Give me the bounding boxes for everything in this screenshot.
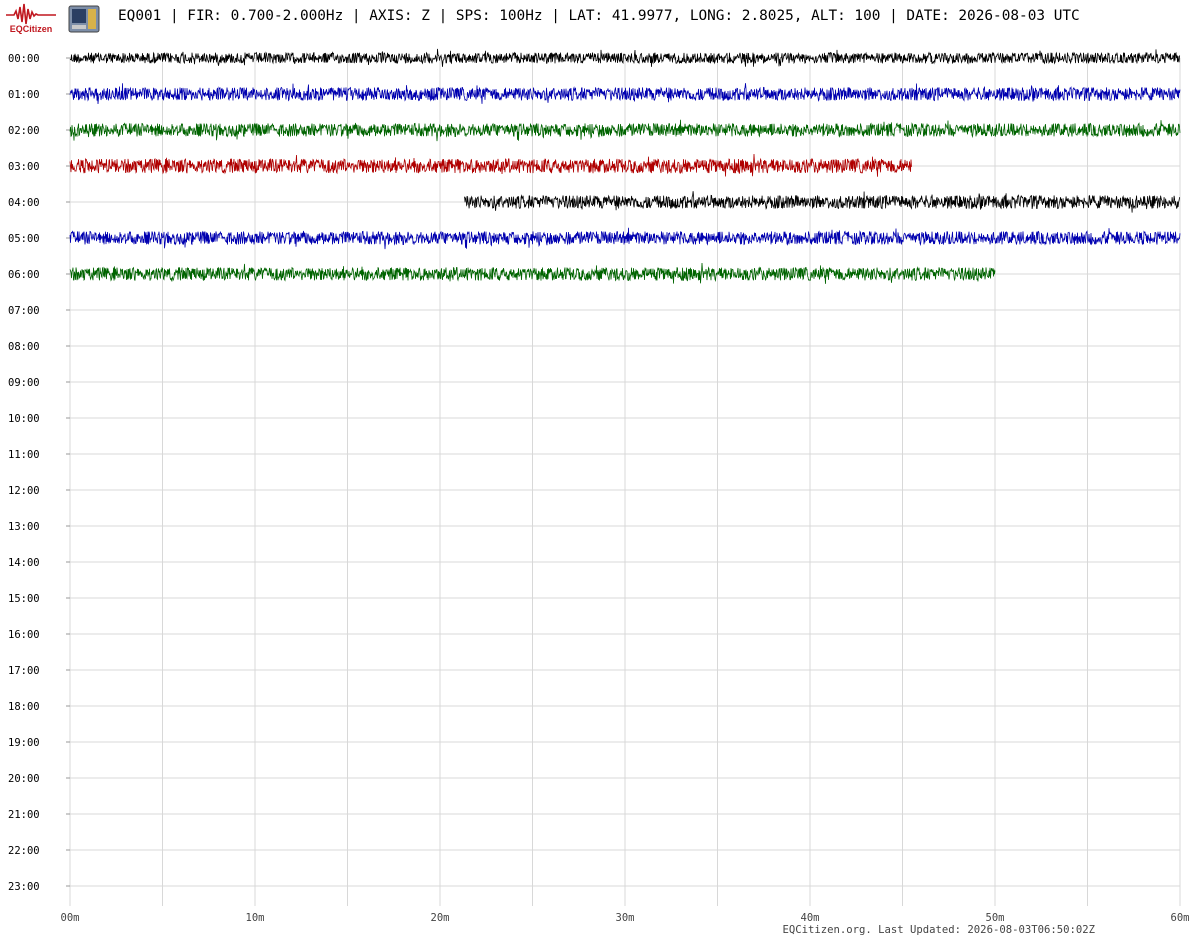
hour-label: 12:00 xyxy=(8,485,40,497)
hour-label: 03:00 xyxy=(8,161,40,173)
hour-labels: 00:00 01:00 02:00 03:00 04:00 05:00 06:00 07:00… xyxy=(8,53,40,893)
hour-label: 08:00 xyxy=(8,341,40,353)
hour-label: 22:00 xyxy=(8,845,40,857)
minute-tick-label: 60m xyxy=(1171,912,1190,924)
hour-label: 21:00 xyxy=(8,809,40,821)
hour-label: 10:00 xyxy=(8,413,40,425)
trace-0300 xyxy=(69,153,912,177)
hour-label: 17:00 xyxy=(8,665,40,677)
minute-tick-label: 20m xyxy=(431,912,450,924)
hour-label: 19:00 xyxy=(8,737,40,749)
hour-label: 01:00 xyxy=(8,89,40,101)
hour-label: 07:00 xyxy=(8,305,40,317)
hour-label: 14:00 xyxy=(8,557,40,569)
hour-label: 00:00 xyxy=(8,53,40,65)
minute-tick-label: 50m xyxy=(986,912,1005,924)
hour-label: 09:00 xyxy=(8,377,40,389)
hour-label: 05:00 xyxy=(8,233,40,245)
hour-label: 04:00 xyxy=(8,197,40,209)
minute-tick-label: 00m xyxy=(61,912,80,924)
hour-label: 02:00 xyxy=(8,125,40,137)
minute-labels: 00m 10m 20m 30m 40m 50m 60m xyxy=(61,912,1190,924)
hour-label: 23:00 xyxy=(8,881,40,893)
hour-label: 18:00 xyxy=(8,701,40,713)
chart-grid xyxy=(66,57,1181,906)
hour-label: 15:00 xyxy=(8,593,40,605)
minute-tick-label: 40m xyxy=(801,912,820,924)
hour-label: 06:00 xyxy=(8,269,40,281)
hour-label: 20:00 xyxy=(8,773,40,785)
minute-tick-label: 10m xyxy=(246,912,265,924)
minute-tick-label: 30m xyxy=(616,912,635,924)
hour-label: 13:00 xyxy=(8,521,40,533)
helicorder-chart: 00:00 01:00 02:00 03:00 04:00 05:00 06:00 07:00… xyxy=(8,48,1190,924)
last-updated-footer: EQCitizen.org. Last Updated: 2026-08-03T… xyxy=(782,924,1095,936)
hour-label: 11:00 xyxy=(8,449,40,461)
hour-label: 16:00 xyxy=(8,629,40,641)
